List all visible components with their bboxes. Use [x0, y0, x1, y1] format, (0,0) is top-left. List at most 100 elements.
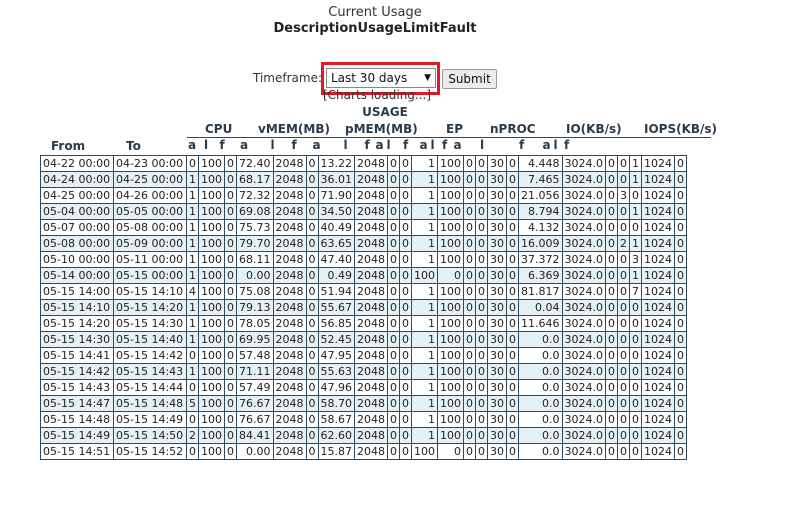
table-cell: 0	[506, 347, 519, 364]
table-cell: 0	[617, 315, 630, 332]
table-cell: 1	[411, 235, 438, 252]
table-cell: 0	[605, 171, 618, 188]
table-cell: 0	[475, 219, 488, 236]
table-cell: 5	[186, 395, 199, 412]
table-cell: 100	[198, 363, 225, 380]
table-cell: 0	[506, 395, 519, 412]
table-cell: 3024.0	[561, 187, 606, 204]
table-cell: 0	[617, 203, 630, 220]
table-cell: 0	[387, 235, 400, 252]
table-row: 05-14 00:00 05-15 00:00 1 100 0 0.00 2048 0 0.49…	[40, 267, 687, 284]
table-row: 04-25 00:00 04-26 00:00 1 100 0 72.32 2048 0 71.…	[40, 187, 687, 204]
table-cell: 0	[305, 235, 319, 252]
cell-to: 05-09 00:00	[113, 235, 187, 252]
table-cell: 0	[617, 219, 630, 236]
table-cell: 1	[411, 155, 438, 172]
table-cell: 55.63	[317, 363, 355, 380]
table-cell: 0	[305, 395, 319, 412]
table-cell: 2048	[272, 187, 307, 204]
table-cell: 71.11	[236, 363, 274, 380]
table-cell: 72.32	[236, 187, 274, 204]
table-cell: 100	[437, 395, 464, 412]
table-cell: 100	[437, 219, 464, 236]
table-cell: 1024	[641, 363, 675, 380]
table-cell: 76.67	[236, 395, 274, 412]
table-cell: 1	[186, 363, 199, 380]
table-cell: 0	[506, 363, 519, 380]
table-cell: 0	[463, 363, 476, 380]
table-cell: 1	[411, 363, 438, 380]
table-cell: 3024.0	[561, 363, 606, 380]
table-cell: 0	[387, 443, 400, 460]
cell-to: 05-15 14:52	[113, 443, 187, 460]
cell-to: 05-05 00:00	[113, 203, 187, 220]
table-cell: 0	[224, 219, 237, 236]
table-cell: 57.48	[236, 347, 274, 364]
table-cell: 71.90	[317, 187, 355, 204]
table-cell: 100	[198, 427, 225, 444]
table-cell: 0	[605, 427, 618, 444]
usage-table: 04-22 00:00 04-23 00:00 0 100 0 72.40 2048 0 13.…	[40, 155, 687, 460]
table-cell: 30	[487, 443, 507, 460]
cell-to: 05-15 14:40	[113, 331, 187, 348]
table-cell: 0	[674, 331, 687, 348]
col-group-cpu: CPU	[205, 122, 233, 136]
table-cell: 0	[475, 395, 488, 412]
table-cell: 0	[305, 443, 319, 460]
table-cell: 0	[463, 283, 476, 300]
table-cell: 100	[437, 235, 464, 252]
submit-button[interactable]: Submit	[442, 69, 497, 89]
table-cell: 0	[399, 363, 412, 380]
table-cell: 30	[487, 251, 507, 268]
subheader-f-6: f	[519, 138, 525, 152]
table-cell: 0	[629, 411, 642, 428]
table-cell: 0	[224, 267, 237, 284]
cell-to: 05-15 14:50	[113, 427, 187, 444]
table-cell: 100	[437, 427, 464, 444]
table-cell: 0	[629, 219, 642, 236]
table-cell: 78.05	[236, 315, 274, 332]
table-cell: 0	[674, 235, 687, 252]
table-cell: 3024.0	[561, 219, 606, 236]
table-cell: 0	[506, 171, 519, 188]
table-cell: 0	[399, 395, 412, 412]
table-row: 05-15 14:42 05-15 14:43 1 100 0 71.11 2048 0 55.…	[40, 363, 687, 380]
table-cell: 0	[399, 203, 412, 220]
table-cell: 0	[463, 267, 476, 284]
table-cell: 0	[305, 283, 319, 300]
table-cell: 0.0	[518, 379, 563, 396]
table-cell: 0	[305, 315, 319, 332]
table-cell: 69.08	[236, 203, 274, 220]
timeframe-select[interactable]: Last 30 days ▼	[326, 68, 436, 88]
table-cell: 68.11	[236, 251, 274, 268]
table-cell: 47.40	[317, 251, 355, 268]
table-row: 05-15 14:43 05-15 14:44 0 100 0 57.49 2048 0 47.…	[40, 379, 687, 396]
table-cell: 2048	[272, 331, 307, 348]
table-cell: 0	[617, 411, 630, 428]
table-cell: 0	[437, 443, 464, 460]
table-cell: 2048	[354, 155, 388, 172]
subheader-f-4: f	[403, 138, 409, 152]
table-cell: 7	[629, 283, 642, 300]
table-cell: 62.60	[317, 427, 355, 444]
table-cell: 0	[387, 171, 400, 188]
table-cell: 15.87	[317, 443, 355, 460]
table-cell: 75.73	[236, 219, 274, 236]
timeframe-label: Timeframe:	[253, 71, 322, 85]
table-cell: 0	[475, 187, 488, 204]
table-cell: 1	[411, 171, 438, 188]
table-cell: 1	[411, 395, 438, 412]
table-cell: 0	[617, 395, 630, 412]
cell-to: 05-15 14:10	[113, 283, 187, 300]
table-cell: 30	[487, 219, 507, 236]
table-cell: 56.85	[317, 315, 355, 332]
table-cell: 1	[186, 299, 199, 316]
subheader-a-7: a	[542, 138, 551, 152]
subheader-a-3: a	[312, 138, 321, 152]
table-cell: 34.50	[317, 203, 355, 220]
cell-to: 05-15 14:30	[113, 315, 187, 332]
table-cell: 100	[198, 347, 225, 364]
table-cell: 0	[605, 203, 618, 220]
table-cell: 2048	[272, 315, 307, 332]
table-cell: 0	[674, 443, 687, 460]
